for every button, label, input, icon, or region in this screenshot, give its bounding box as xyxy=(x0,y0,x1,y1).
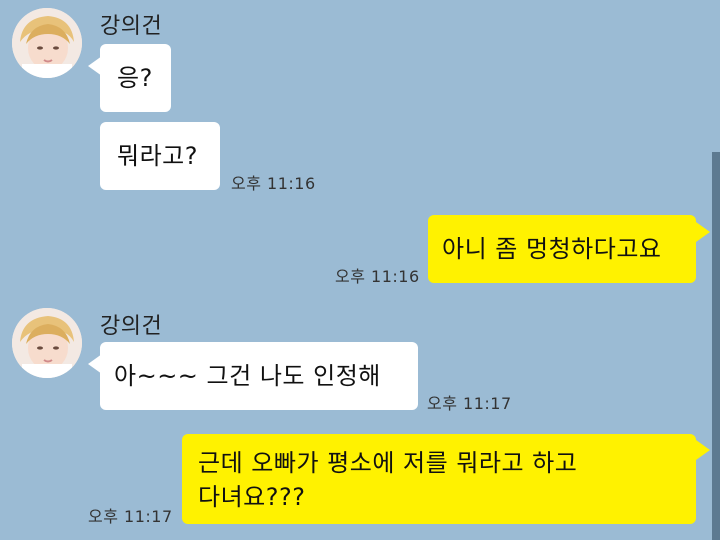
avatar[interactable] xyxy=(12,8,82,78)
message-time: 오후 11:16 xyxy=(335,267,420,286)
message-text-line: 근데 오빠가 평소에 저를 뭐라고 하고 xyxy=(198,449,578,477)
sender-name: 강의건 xyxy=(100,14,163,39)
scrollbar[interactable] xyxy=(712,152,720,540)
message-time: 오후 11:17 xyxy=(427,394,512,413)
message-text: 응? xyxy=(117,64,153,92)
message-text: 뭐라고? xyxy=(117,142,198,170)
profile-photo-icon xyxy=(12,8,82,78)
message-bubble-mine[interactable]: 아니 좀 멍청하다고요 xyxy=(428,215,696,283)
avatar[interactable] xyxy=(12,308,82,378)
message-bubble-mine[interactable]: 근데 오빠가 평소에 저를 뭐라고 하고 다녀요??? xyxy=(182,434,696,524)
sender-name: 강의건 xyxy=(100,314,163,339)
message-text: 아~~~ 그건 나도 인정해 xyxy=(114,362,381,390)
message-text: 아니 좀 멍청하다고요 xyxy=(442,235,662,263)
message-time: 오후 11:16 xyxy=(231,174,316,193)
bubble-tail xyxy=(696,222,710,242)
message-time: 오후 11:17 xyxy=(88,507,173,526)
message-bubble[interactable]: 응? xyxy=(100,44,171,112)
message-bubble[interactable]: 아~~~ 그건 나도 인정해 xyxy=(100,342,418,410)
bubble-tail xyxy=(696,440,710,460)
message-text-line: 다녀요??? xyxy=(198,483,306,511)
profile-photo-icon xyxy=(12,308,82,378)
message-bubble[interactable]: 뭐라고? xyxy=(100,122,220,190)
